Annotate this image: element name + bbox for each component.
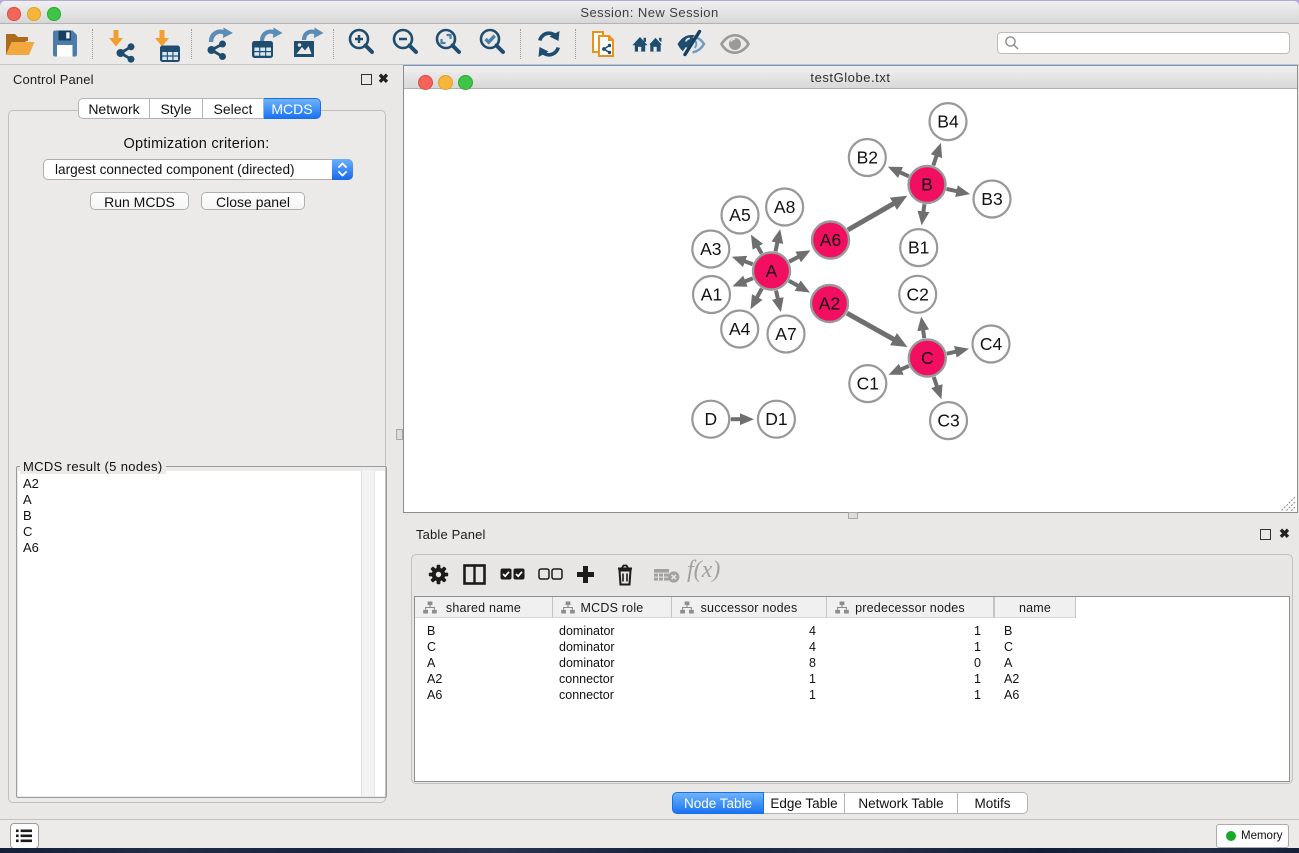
svg-text:D1: D1 [765,409,787,429]
svg-text:A6: A6 [820,230,841,250]
svg-text:A5: A5 [729,205,750,225]
svg-text:B: B [921,175,933,195]
svg-text:A: A [766,261,778,281]
svg-text:D: D [704,409,717,429]
svg-text:C3: C3 [937,411,959,431]
svg-text:A4: A4 [729,319,751,339]
svg-text:B1: B1 [908,238,929,258]
svg-text:C4: C4 [980,334,1003,354]
svg-text:A2: A2 [819,294,840,314]
svg-text:A7: A7 [775,324,796,344]
svg-text:A8: A8 [774,197,795,217]
svg-text:A1: A1 [701,285,722,305]
svg-text:B3: B3 [981,189,1002,209]
svg-text:A3: A3 [700,239,721,259]
svg-text:B4: B4 [937,112,959,132]
svg-text:C2: C2 [907,284,929,304]
svg-text:C: C [921,348,934,368]
svg-text:C1: C1 [857,374,879,394]
svg-text:B2: B2 [857,148,878,168]
